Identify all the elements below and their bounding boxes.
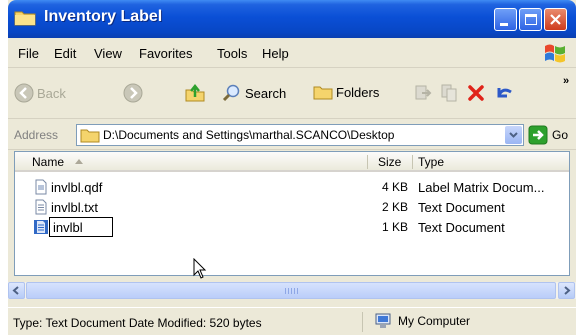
menu-edit[interactable]: Edit [54, 46, 76, 61]
file-size: 2 KB [381, 200, 408, 214]
text-document-icon [35, 199, 47, 215]
back-arrow-icon [14, 83, 34, 103]
file-name: invlbl.qdf [51, 180, 103, 195]
move-to-icon [415, 85, 432, 100]
text-document-icon [34, 220, 48, 234]
folders-label: Folders [336, 84, 380, 100]
explorer-window: Inventory Label File Edit View Favorites… [8, 0, 576, 335]
minimize-button[interactable] [494, 8, 517, 31]
title-bar[interactable]: Inventory Label [8, 0, 576, 38]
file-size: 1 KB [381, 220, 408, 234]
back-label: Back [37, 85, 66, 101]
sort-arrow-icon [75, 159, 83, 164]
copy-to-icon [441, 84, 457, 102]
menu-help[interactable]: Help [262, 46, 289, 61]
folder-icon [80, 129, 100, 143]
toolbar-overflow-chevron[interactable]: » [563, 75, 569, 87]
go-label: Go [552, 128, 569, 142]
chevron-down-icon [509, 132, 518, 138]
go-button[interactable]: Go [528, 125, 568, 145]
column-header-type[interactable]: Type [418, 155, 444, 169]
label-matrix-icon [35, 179, 47, 195]
forward-arrow-icon [123, 83, 143, 103]
file-type: Label Matrix Docum... [418, 180, 545, 195]
column-separator[interactable] [367, 155, 368, 169]
file-type: Text Document [418, 220, 505, 235]
status-divider [362, 312, 363, 332]
scroll-right-button[interactable] [558, 282, 575, 299]
windows-logo-icon [545, 44, 565, 63]
file-row-renaming[interactable]: invlbl 1 KB Text Document [15, 217, 569, 237]
status-text: Type: Text Document Date Modified: 520 b… [13, 316, 262, 330]
scroll-left-button[interactable] [8, 282, 25, 299]
rename-input[interactable]: invlbl [49, 217, 113, 237]
folders-icon [313, 86, 333, 100]
scroll-thumb[interactable] [26, 282, 556, 299]
file-size: 4 KB [381, 180, 408, 194]
folders-button[interactable]: Folders [313, 83, 379, 101]
address-bar: Address D:\Documents and Settings\martha… [8, 120, 576, 150]
menu-view[interactable]: View [94, 46, 122, 61]
close-icon [550, 14, 561, 25]
menu-tools[interactable]: Tools [217, 46, 247, 61]
file-row[interactable]: invlbl.qdf 4 KB Label Matrix Docum... [15, 177, 569, 197]
up-folder-icon [185, 83, 205, 102]
address-dropdown-button[interactable] [505, 126, 522, 144]
menu-bar: File Edit View Favorites Tools Help [8, 38, 576, 68]
move-to-button[interactable] [413, 83, 433, 103]
menu-file[interactable]: File [18, 46, 39, 61]
column-header-name[interactable]: Name [32, 155, 64, 169]
forward-button[interactable] [123, 83, 143, 103]
file-name: invlbl [53, 220, 83, 235]
address-label: Address [14, 128, 59, 142]
back-button[interactable]: Back [14, 83, 66, 103]
column-separator[interactable] [412, 155, 413, 169]
status-zone-label: My Computer [398, 314, 471, 328]
delete-icon [468, 85, 484, 101]
undo-icon [497, 88, 512, 98]
file-name: invlbl.txt [51, 200, 98, 215]
maximize-icon [525, 14, 537, 25]
folder-icon [14, 11, 36, 26]
scroll-grip-icon [285, 288, 299, 294]
mouse-pointer-icon [193, 258, 207, 279]
file-list-view[interactable]: Name Size Type invlbl.qdf 4 KB Label Mat… [14, 151, 570, 279]
standard-toolbar: Back Search Folders » [8, 69, 576, 119]
chevron-left-icon [12, 286, 19, 295]
chevron-right-icon [564, 286, 571, 295]
address-path: D:\Documents and Settings\marthal.SCANCO… [103, 128, 395, 142]
file-type: Text Document [418, 200, 505, 215]
search-icon [222, 84, 240, 102]
undo-button[interactable] [493, 83, 515, 103]
go-arrow-icon [528, 125, 548, 145]
maximize-button[interactable] [519, 8, 542, 31]
copy-to-button[interactable] [440, 83, 460, 103]
window-title: Inventory Label [44, 8, 163, 25]
status-bar: Type: Text Document Date Modified: 520 b… [8, 307, 576, 335]
delete-button[interactable] [466, 83, 486, 103]
up-folder-button[interactable] [184, 83, 206, 103]
horizontal-scrollbar[interactable] [8, 282, 576, 299]
address-input[interactable]: D:\Documents and Settings\marthal.SCANCO… [76, 124, 524, 146]
column-headers: Name Size Type [15, 152, 569, 172]
file-row[interactable]: invlbl.txt 2 KB Text Document [15, 197, 569, 217]
my-computer-icon [375, 313, 391, 328]
column-header-size[interactable]: Size [378, 155, 401, 169]
close-button[interactable] [544, 8, 567, 31]
minimize-icon [500, 23, 508, 26]
search-label: Search [245, 85, 287, 101]
menu-favorites[interactable]: Favorites [139, 46, 192, 61]
search-button[interactable]: Search [222, 83, 286, 103]
status-zone: My Computer [374, 313, 470, 329]
